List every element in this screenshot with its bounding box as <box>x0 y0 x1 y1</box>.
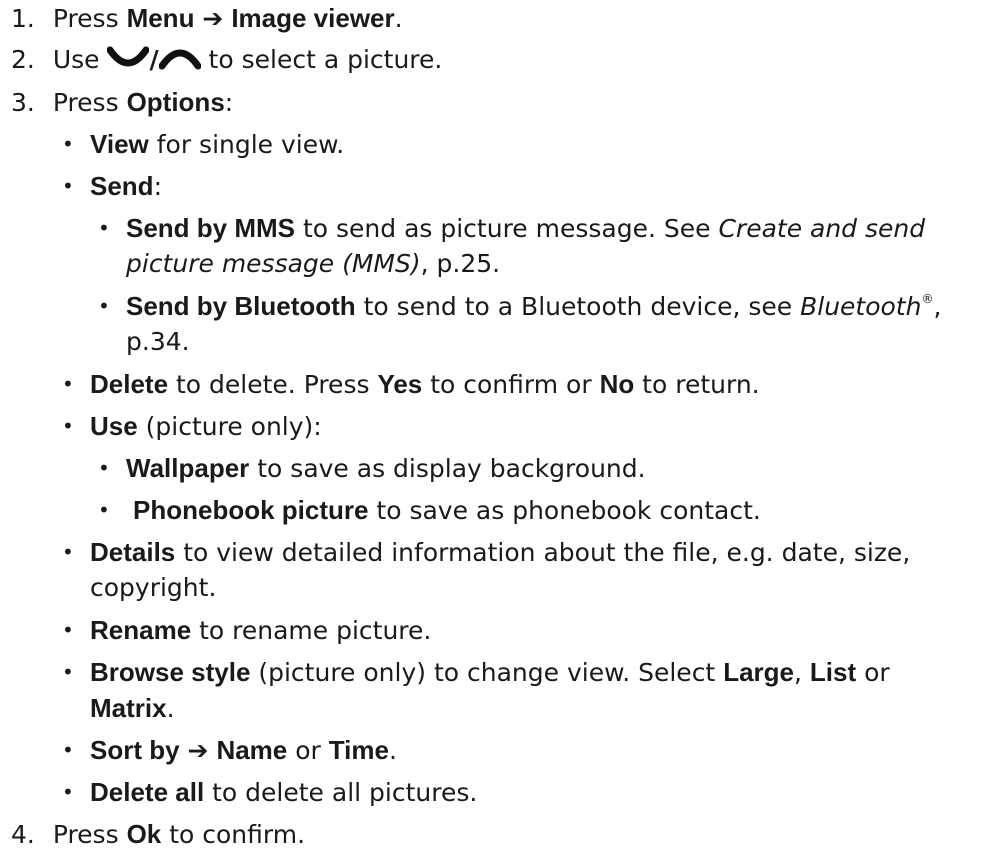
nav-down-icon <box>106 44 150 80</box>
option-send-bluetooth: • Send by Bluetooth to send to a Bluetoo… <box>98 288 941 325</box>
bluetooth-reference: Bluetooth <box>800 292 922 321</box>
nav-up-icon <box>158 44 202 80</box>
mms-reference: Create and send <box>718 214 926 243</box>
option-send-bluetooth-cont: p.34. <box>126 327 190 356</box>
ok-label: Ok <box>126 819 162 849</box>
bullet: • <box>62 414 74 438</box>
step-number: 3. <box>11 88 35 117</box>
option-sort-by: • Sort by ➔ Name or Time. <box>62 732 397 769</box>
option-wallpaper: • Wallpaper to save as display backgroun… <box>98 450 646 487</box>
step-number: 2. <box>11 45 35 74</box>
option-browse-style-cont: Matrix. <box>90 693 175 723</box>
bullet: • <box>62 174 74 198</box>
bullet: • <box>62 540 74 564</box>
bullet: • <box>98 294 110 318</box>
bullet: • <box>98 498 110 522</box>
menu-label: Menu <box>126 3 195 33</box>
step-number: 4. <box>11 820 35 849</box>
step-2: 2. Use / to select a picture. <box>11 42 442 80</box>
step-4: 4. Press Ok to confirm. <box>11 819 306 849</box>
step-number: 1. <box>11 4 35 33</box>
option-view: • View for single view. <box>62 126 344 163</box>
bullet: • <box>62 660 74 684</box>
options-label: Options <box>126 87 225 117</box>
option-details-cont: copyright. <box>90 573 217 602</box>
bullet: • <box>98 216 110 240</box>
option-send: • Send: <box>62 168 162 205</box>
arrow-right-icon: ➔ <box>202 4 224 33</box>
option-phonebook-picture: • Phonebook picture to save as phonebook… <box>98 492 761 529</box>
image-viewer-label: Image viewer <box>231 3 395 33</box>
option-send-mms: • Send by MMS to send as picture message… <box>98 210 926 247</box>
bullet: • <box>62 780 74 804</box>
arrow-right-icon: ➔ <box>187 736 209 765</box>
bullet: • <box>98 456 110 480</box>
option-browse-style: • Browse style (picture only) to change … <box>62 654 890 691</box>
step-1: 1. Press Menu ➔ Image viewer. <box>11 3 403 33</box>
step-3: 3. Press Options: <box>11 87 234 117</box>
option-delete: • Delete to delete. Press Yes to confirm… <box>62 366 760 403</box>
bullet: • <box>62 618 74 642</box>
option-use: • Use (picture only): <box>62 408 322 445</box>
option-rename: • Rename to rename picture. <box>62 612 431 649</box>
bullet: • <box>62 738 74 762</box>
option-send-mms-cont: picture message (MMS), p.25. <box>126 249 501 278</box>
option-details: • Details to view detailed information a… <box>62 534 910 571</box>
option-delete-all: • Delete all to delete all pictures. <box>62 774 477 811</box>
bullet: • <box>62 372 74 396</box>
bullet: • <box>62 132 74 156</box>
